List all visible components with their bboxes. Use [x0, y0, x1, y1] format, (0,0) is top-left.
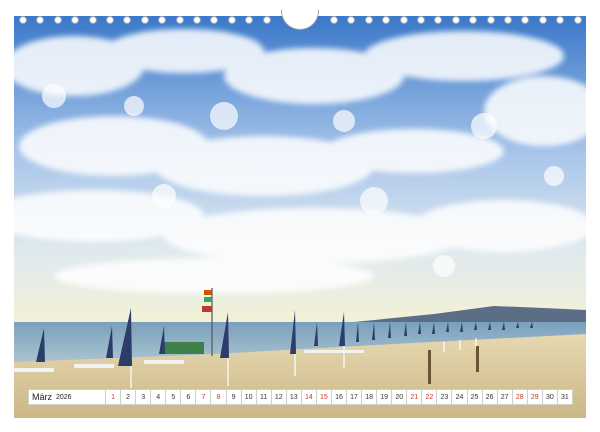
month-label: März 2026	[28, 389, 106, 405]
binding-hole	[88, 16, 97, 24]
binding-hole	[347, 16, 356, 24]
binding-hole	[36, 16, 45, 24]
binding-hole	[245, 16, 254, 24]
day-cell: 17	[347, 389, 363, 405]
day-cell: 18	[362, 389, 378, 405]
day-cell: 15	[316, 389, 332, 405]
lifeguard-boat	[164, 342, 204, 354]
day-cell: 7	[196, 389, 212, 405]
binding-hole	[262, 16, 271, 24]
binding-hole	[19, 16, 27, 24]
binding-hole	[123, 16, 132, 24]
day-cell: 2	[121, 389, 137, 405]
flag	[204, 297, 212, 302]
day-cell: 12	[271, 389, 287, 405]
binding-hole	[158, 16, 167, 24]
day-cell: 5	[166, 389, 182, 405]
day-cell: 10	[241, 389, 257, 405]
calendar-page: März 2026 1 2 3 4 5 6 7 8 9 10 11 12 13 14 15 16 17 18 19 2…	[0, 0, 600, 432]
binding-hole	[538, 16, 547, 24]
binding-hole	[330, 16, 338, 24]
day-cell: 21	[407, 389, 423, 405]
day-cell: 4	[151, 389, 167, 405]
binding-hole	[573, 16, 582, 24]
binding-hole	[504, 16, 512, 24]
day-cell: 26	[482, 389, 498, 405]
flag	[204, 290, 212, 295]
day-cell: 29	[527, 389, 543, 405]
day-cell: 13	[286, 389, 302, 405]
beach-scene	[14, 16, 586, 418]
binding-hole	[210, 16, 219, 24]
day-cell: 24	[452, 389, 468, 405]
day-cell: 23	[437, 389, 453, 405]
binding-hole	[451, 16, 460, 24]
day-cell: 25	[467, 389, 483, 405]
day-cell: 19	[377, 389, 393, 405]
day-cell: 16	[331, 389, 347, 405]
day-cell: 20	[392, 389, 408, 405]
spiral-binding	[0, 10, 600, 30]
day-cell: 31	[557, 389, 573, 405]
day-cell: 28	[512, 389, 528, 405]
year-label: 2026	[56, 393, 72, 401]
month-name: März	[32, 392, 52, 402]
day-cell: 9	[226, 389, 242, 405]
binding-hole	[53, 16, 62, 24]
day-cell: 8	[211, 389, 227, 405]
binding-hole	[399, 16, 408, 24]
binding-hole	[175, 16, 184, 24]
binding-hole	[193, 16, 201, 24]
day-strip: 1 2 3 4 5 6 7 8 9 10 11 12 13 14 15 16 17 18 19 20 21 22 23 24 2…	[106, 389, 573, 405]
day-cell: 11	[256, 389, 272, 405]
binding-hole	[486, 16, 495, 24]
binding-hole	[382, 16, 391, 24]
binding-hole	[434, 16, 443, 24]
binding-hole	[140, 16, 149, 24]
binding-hole	[417, 16, 425, 24]
binding-hole	[521, 16, 530, 24]
day-cell: 27	[497, 389, 513, 405]
hanger-hook	[281, 10, 319, 30]
day-cell: 6	[181, 389, 197, 405]
binding-hole	[71, 16, 80, 24]
binding-hole	[364, 16, 373, 24]
beach-photo	[14, 16, 586, 418]
day-cell: 30	[542, 389, 558, 405]
flag	[202, 306, 212, 312]
calendar-bar: März 2026 1 2 3 4 5 6 7 8 9 10 11 12 13 14 15 16 17 18 19 2…	[28, 389, 573, 405]
binding-hole	[227, 16, 236, 24]
binding-hole	[469, 16, 478, 24]
day-cell: 22	[422, 389, 438, 405]
day-cell: 3	[136, 389, 152, 405]
day-cell: 14	[301, 389, 317, 405]
binding-hole	[106, 16, 114, 24]
day-cell: 1	[106, 389, 122, 405]
binding-hole	[556, 16, 565, 24]
